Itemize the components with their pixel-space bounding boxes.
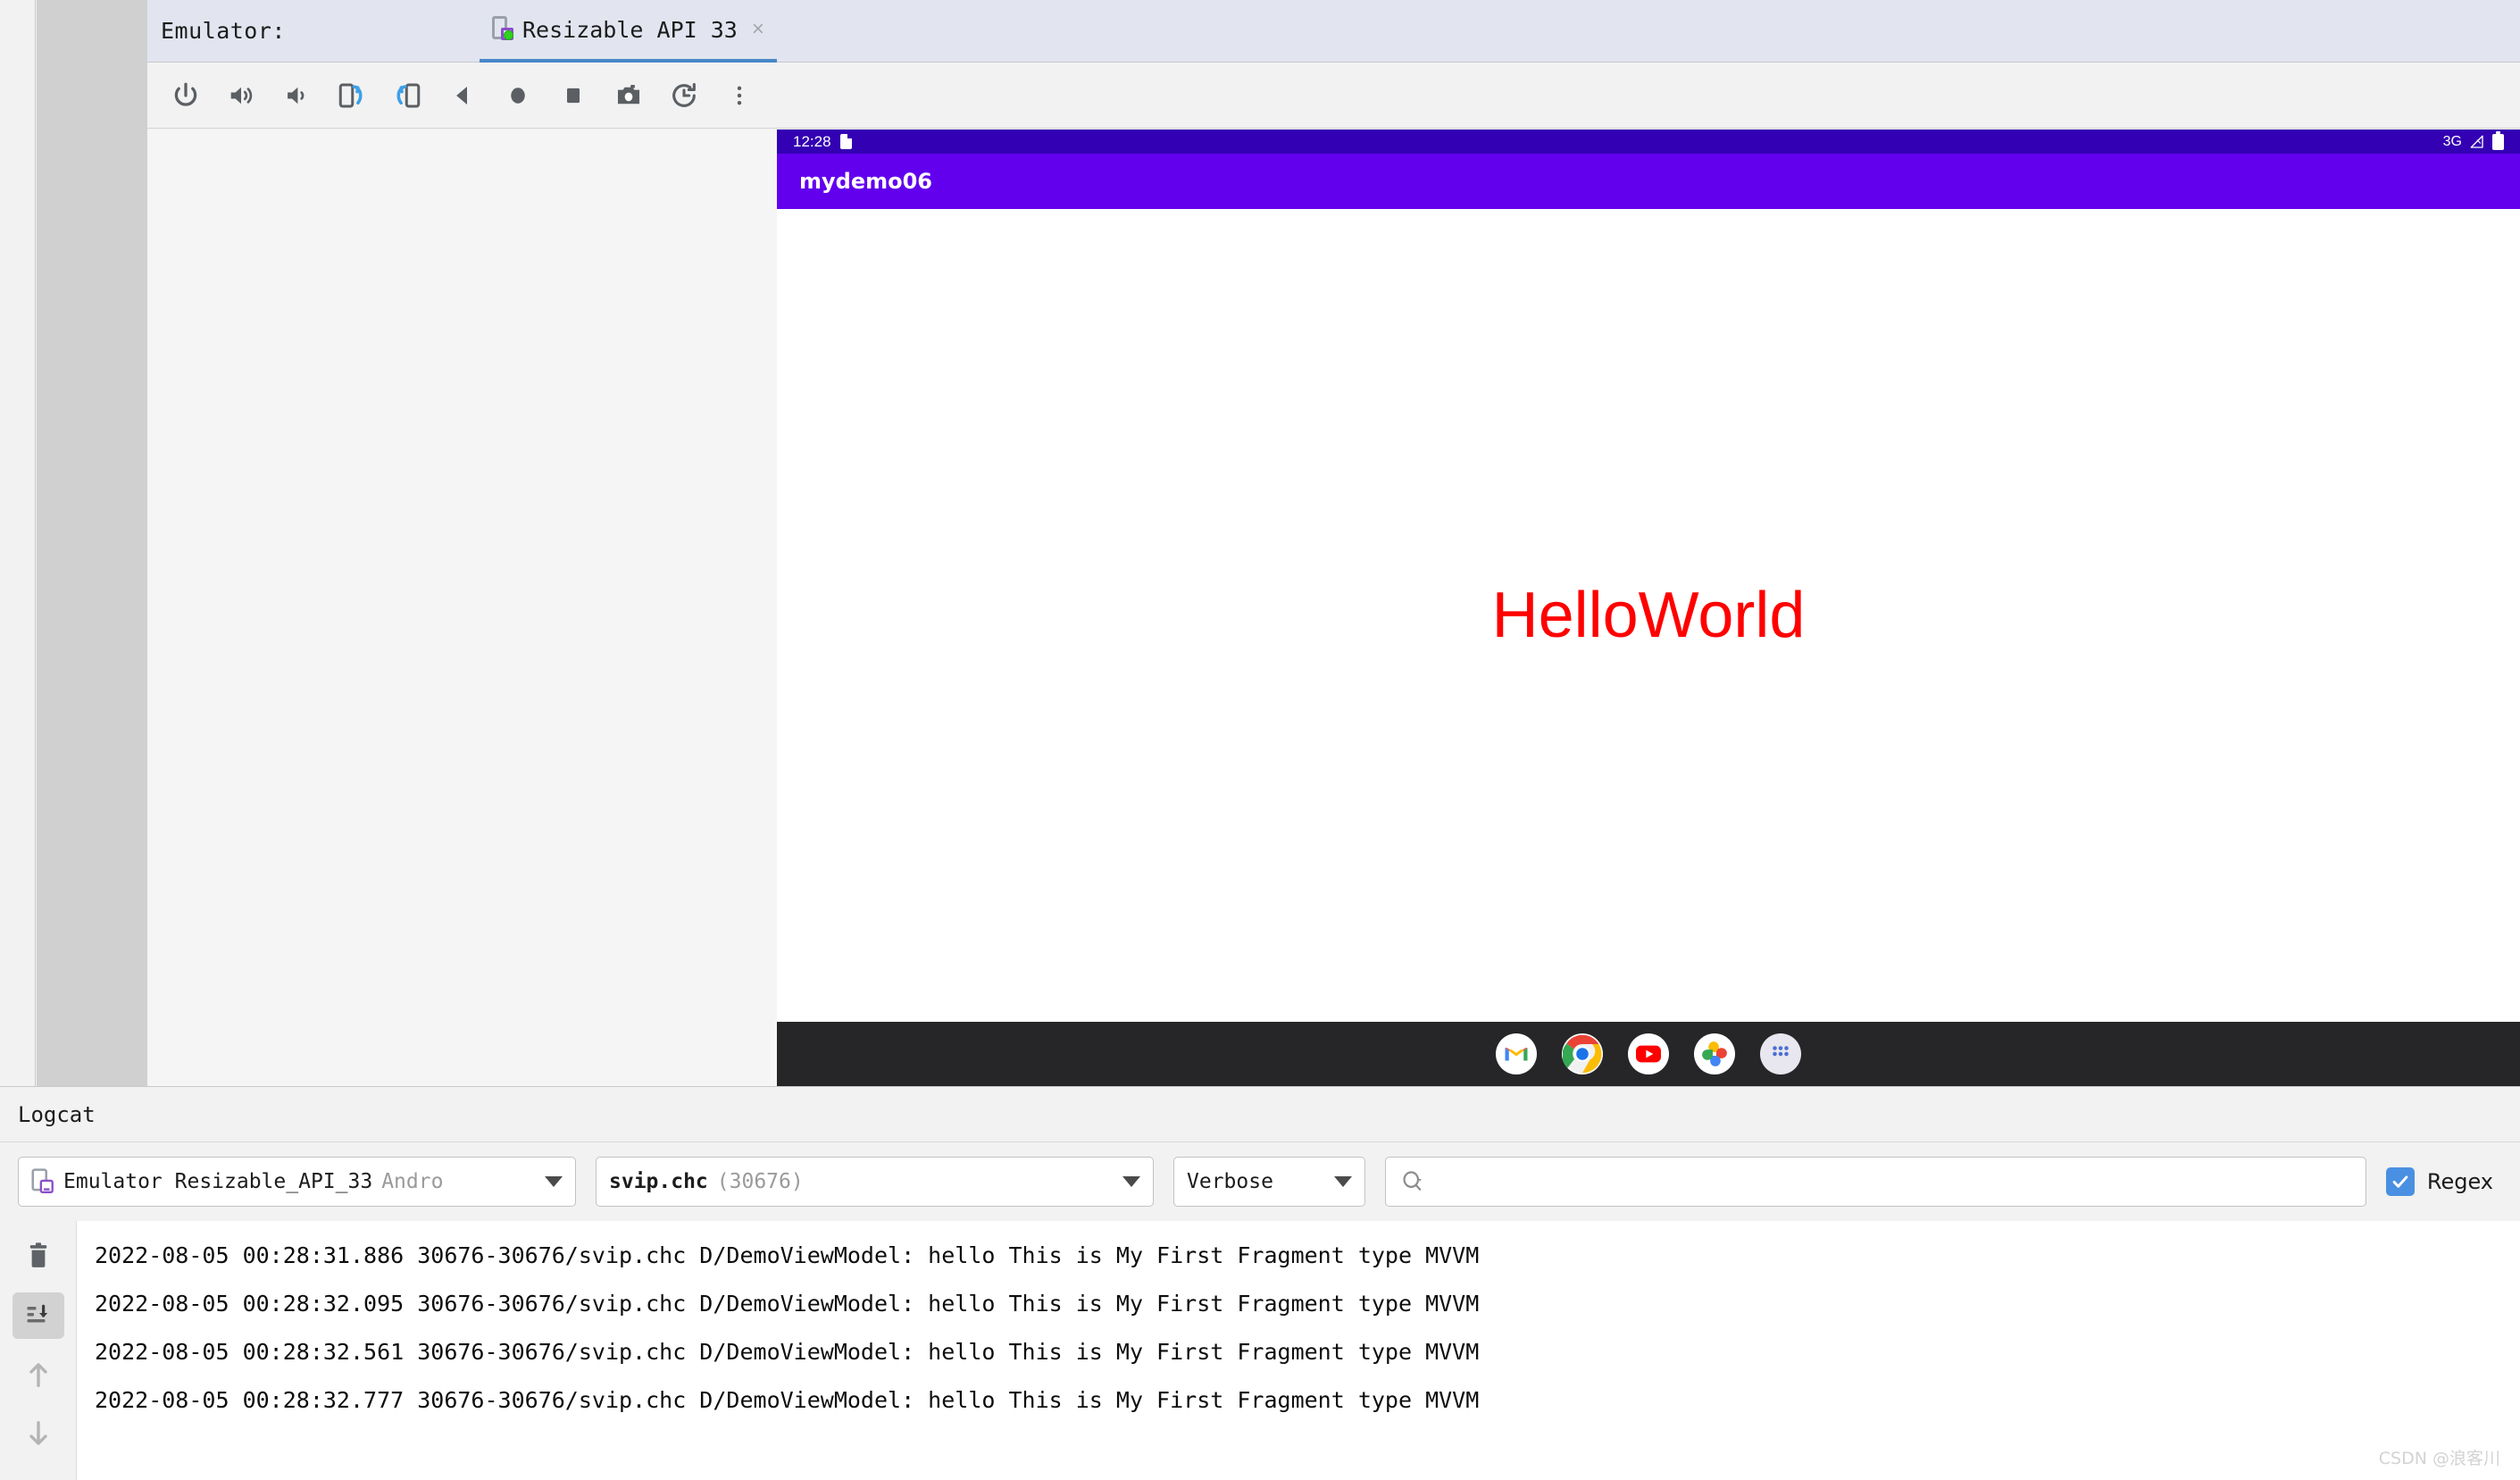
rotate-left-icon <box>338 83 363 107</box>
screenshot-button[interactable] <box>601 68 656 123</box>
logcat-side-toolbar <box>0 1221 77 1480</box>
device-selector-label: Emulator Resizable_API_33 <box>63 1170 373 1193</box>
left-tool-gutter <box>0 0 36 1086</box>
logcat-header: Logcat <box>0 1087 2520 1142</box>
app-drawer-icon[interactable] <box>1760 1033 1801 1074</box>
android-dock <box>777 1022 2520 1086</box>
gmail-icon[interactable] <box>1496 1033 1537 1074</box>
checkmark-icon <box>2392 1175 2408 1188</box>
overview-button[interactable] <box>546 68 601 123</box>
emulator-canvas: 12:28 3G mydemo06 HelloWorld <box>147 130 2520 1086</box>
volume-up-icon <box>230 87 253 104</box>
regex-toggle[interactable]: Regex <box>2385 1167 2502 1196</box>
log-level-label: Verbose <box>1187 1170 1273 1193</box>
volume-down-icon <box>288 87 305 104</box>
arrow-up-icon <box>29 1363 47 1388</box>
log-level-selector[interactable]: Verbose <box>1173 1157 1365 1207</box>
app-action-bar: mydemo06 <box>777 154 2520 209</box>
power-button[interactable] <box>158 68 213 123</box>
regex-checkbox[interactable] <box>2385 1167 2415 1196</box>
clock-rotate-icon <box>672 82 696 107</box>
chevron-down-icon <box>1122 1176 1140 1187</box>
scroll-to-end-button[interactable] <box>12 1292 64 1339</box>
next-occurrence-button[interactable] <box>13 1410 64 1457</box>
close-icon[interactable]: × <box>752 19 764 40</box>
device-selector-suffix: Andro <box>381 1170 444 1193</box>
tab-resizable-api-33[interactable]: Resizable API 33 × <box>480 0 777 63</box>
log-line: 2022-08-05 00:28:31.886 30676-30676/svip… <box>95 1242 1480 1268</box>
previous-occurrence-button[interactable] <box>13 1351 64 1398</box>
log-line: 2022-08-05 00:28:32.777 30676-30676/svip… <box>95 1387 1480 1413</box>
device-selector[interactable]: Emulator Resizable_API_33 Andro <box>18 1157 576 1207</box>
camera-icon <box>617 84 640 104</box>
process-pid: (30676) <box>716 1170 804 1193</box>
emulator-tab-strip: Emulator: Resizable API 33 × <box>147 0 2520 63</box>
square-overview-icon <box>567 88 580 103</box>
volume-down-button[interactable] <box>269 68 324 123</box>
regex-label: Regex <box>2426 1169 2493 1194</box>
chevron-down-icon <box>545 1176 563 1187</box>
emulator-label: Emulator: <box>161 18 286 44</box>
emulator-toolbar <box>147 63 2520 129</box>
sim-card-icon <box>839 134 852 149</box>
signal-bars-icon <box>2470 135 2483 148</box>
log-line: 2022-08-05 00:28:32.561 30676-30676/svip… <box>95 1339 1480 1365</box>
android-studio-window: Emulator: Resizable API 33 × 12:28 3G my… <box>0 0 2520 1480</box>
logcat-title: Logcat <box>18 1101 96 1127</box>
android-status-bar: 12:28 3G <box>777 130 2520 154</box>
circle-home-icon <box>511 87 525 104</box>
network-type-label: 3G <box>2442 133 2462 149</box>
logcat-filter-bar: Emulator Resizable_API_33 Andro svip.chc… <box>0 1142 2520 1221</box>
vertical-dots-icon <box>737 86 742 105</box>
app-title: mydemo06 <box>799 169 933 194</box>
search-icon <box>1403 1171 1422 1191</box>
volume-up-button[interactable] <box>213 68 269 123</box>
left-panel-placeholder <box>37 0 147 1086</box>
scroll-to-end-icon <box>27 1304 47 1323</box>
rotate-left-button[interactable] <box>324 68 380 123</box>
log-line: 2022-08-05 00:28:32.095 30676-30676/svip… <box>95 1291 1480 1317</box>
watermark: CSDN @浪客川 <box>2378 1449 2500 1468</box>
device-screen[interactable]: 12:28 3G mydemo06 HelloWorld <box>777 130 2520 1086</box>
rotate-right-icon <box>396 83 421 107</box>
battery-icon <box>2492 130 2504 150</box>
logcat-output[interactable]: 2022-08-05 00:28:31.886 30676-30676/svip… <box>77 1221 2520 1480</box>
process-selector[interactable]: svip.chc (30676) <box>596 1157 1154 1207</box>
back-button[interactable] <box>435 68 490 123</box>
triangle-back-icon <box>456 86 467 105</box>
rotate-history-button[interactable] <box>656 68 712 123</box>
logcat-search-field[interactable] <box>1385 1157 2366 1207</box>
device-icon <box>31 1168 54 1193</box>
youtube-icon[interactable] <box>1628 1033 1669 1074</box>
google-photos-icon[interactable] <box>1694 1033 1735 1074</box>
logcat-body: 2022-08-05 00:28:31.886 30676-30676/svip… <box>0 1221 2520 1480</box>
clear-logcat-button[interactable] <box>13 1233 64 1280</box>
hello-world-text: HelloWorld <box>1491 580 1806 651</box>
process-package: svip.chc <box>609 1170 708 1193</box>
chrome-icon[interactable] <box>1562 1033 1603 1074</box>
trash-icon <box>29 1242 46 1267</box>
more-options-button[interactable] <box>712 68 767 123</box>
chevron-down-icon <box>1334 1176 1352 1187</box>
rotate-right-button[interactable] <box>380 68 435 123</box>
arrow-down-icon <box>29 1420 47 1445</box>
logcat-panel: Logcat Emulator Resizable_API_33 Andro s… <box>0 1086 2520 1480</box>
device-running-icon <box>492 16 515 43</box>
home-button[interactable] <box>490 68 546 123</box>
status-bar-time: 12:28 <box>793 132 831 150</box>
app-content-area: HelloWorld <box>777 209 2520 1022</box>
power-icon <box>174 82 197 106</box>
tab-label: Resizable API 33 <box>522 16 738 43</box>
